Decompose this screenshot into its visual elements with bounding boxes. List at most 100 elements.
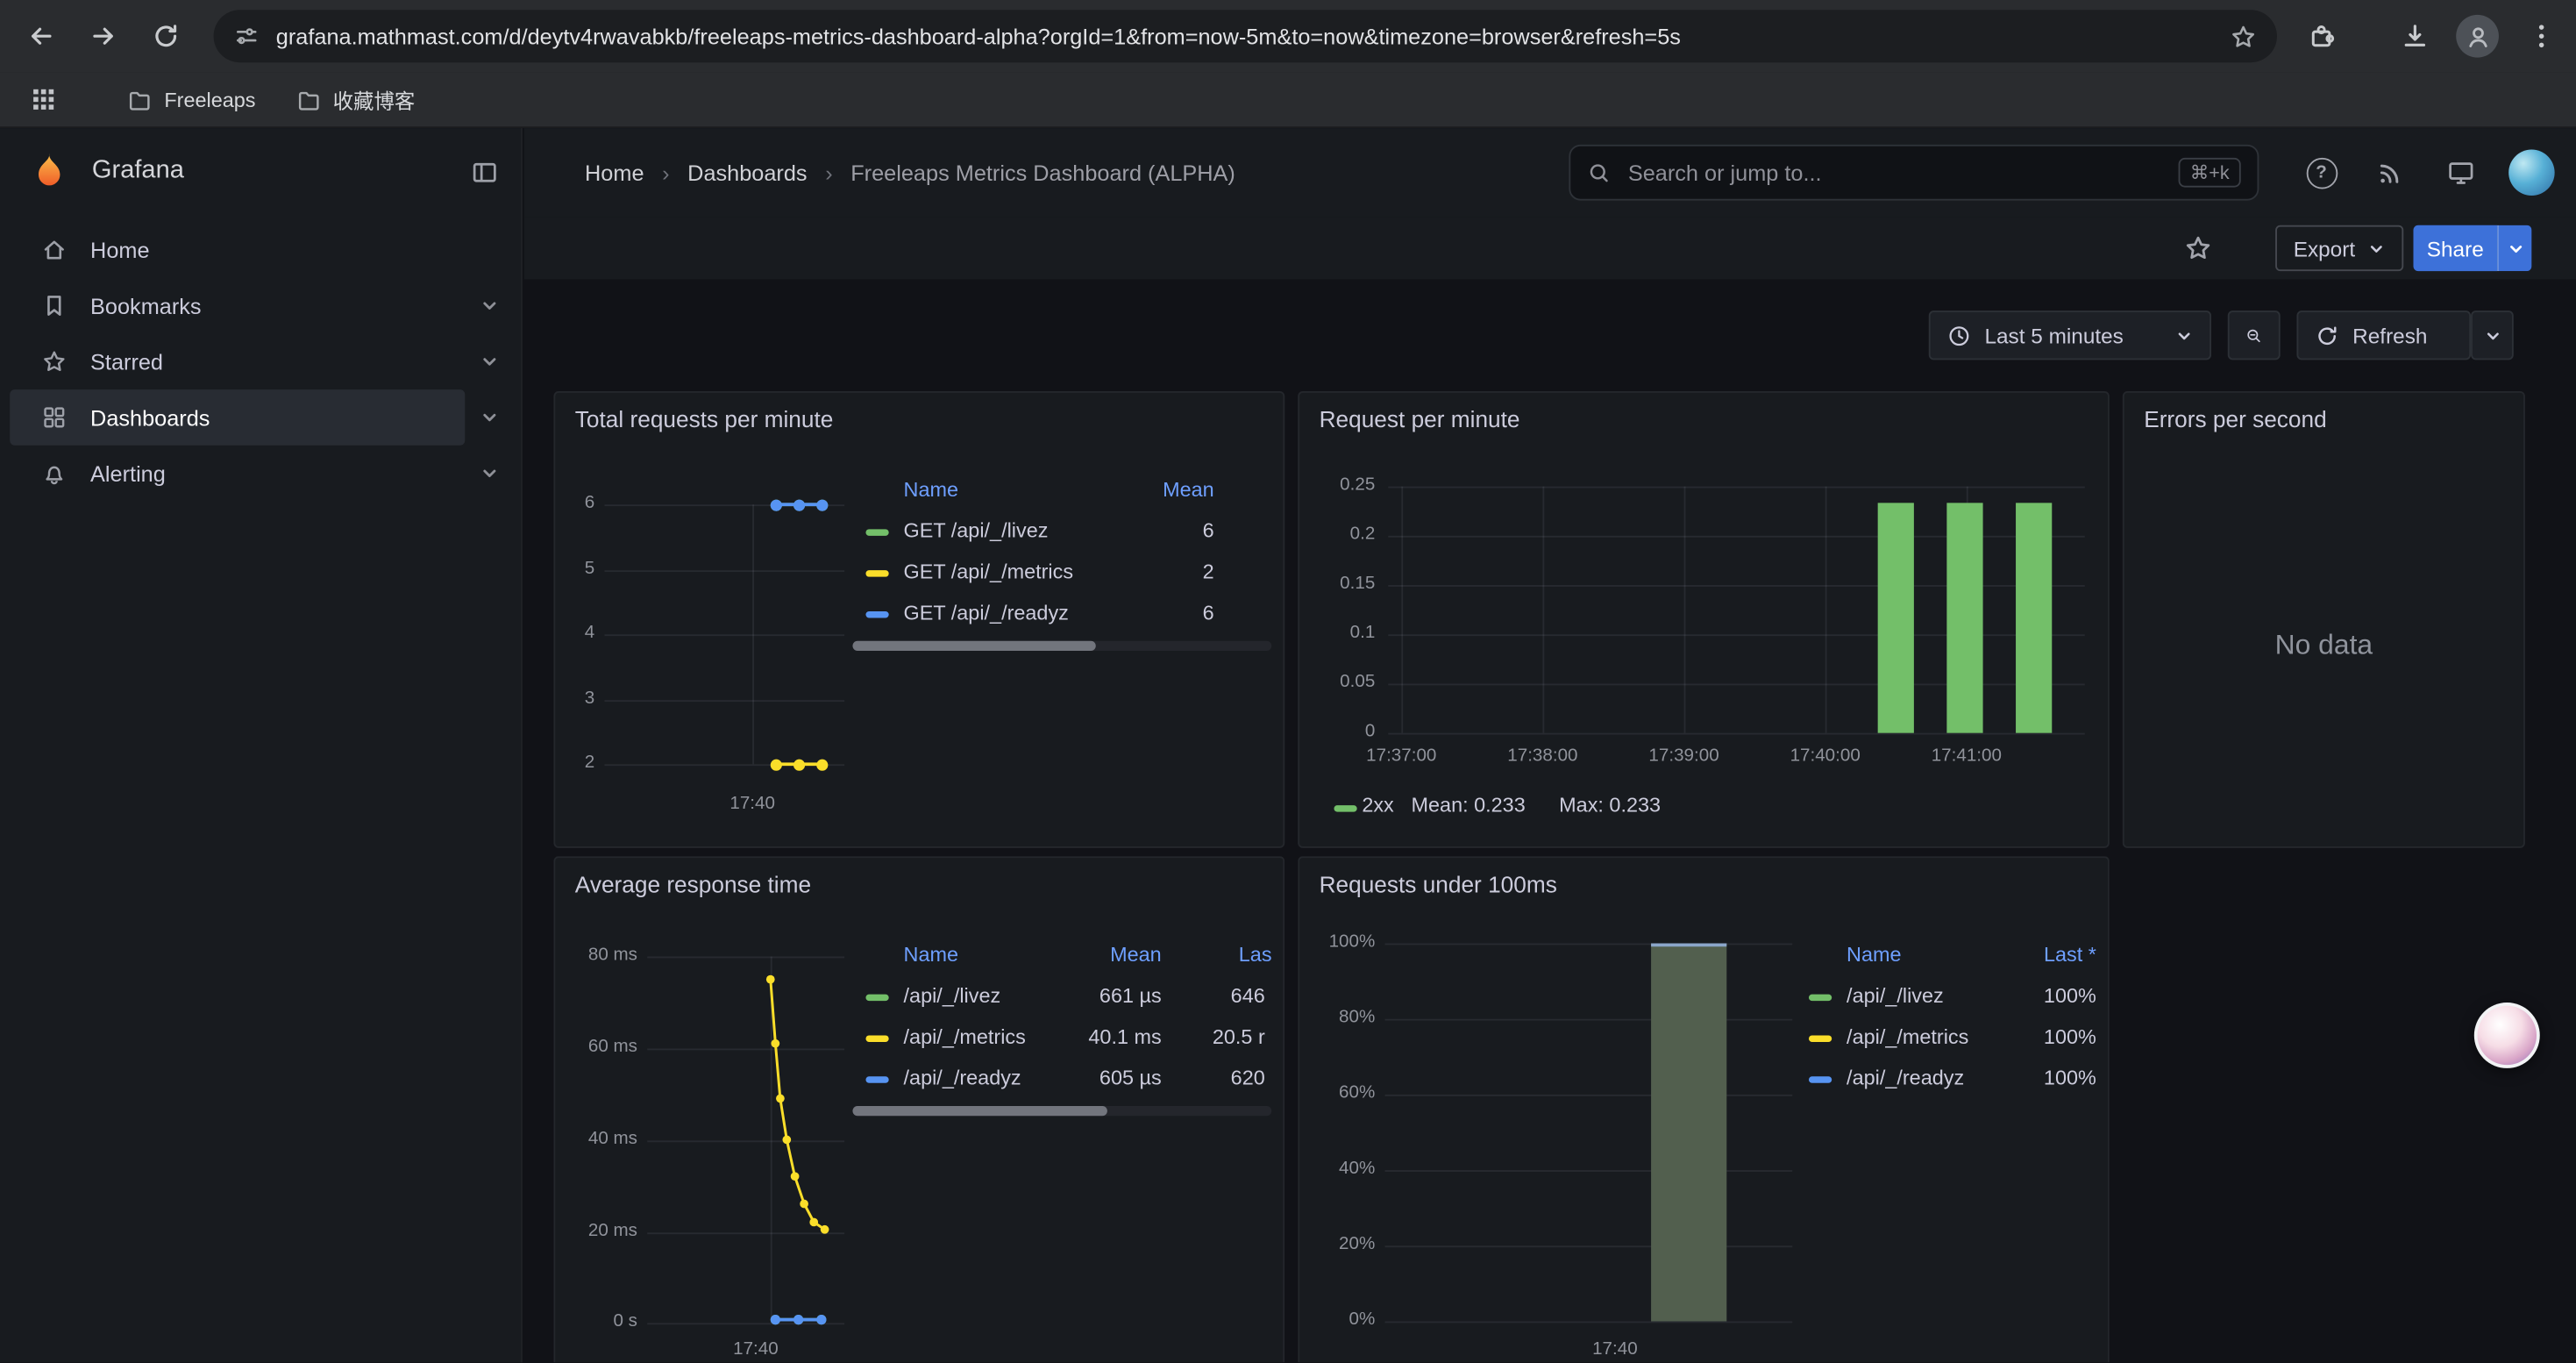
bookmarks-bar: Freeleaps 收藏博客 <box>0 72 2576 128</box>
scrollbar-thumb[interactable] <box>852 641 1095 651</box>
tick-label: 20% <box>1299 1234 1375 1253</box>
gridline <box>1684 487 1686 733</box>
grafana-logo-icon[interactable] <box>26 150 72 196</box>
share-button[interactable]: Share <box>2413 225 2497 271</box>
chevron-down-icon[interactable] <box>480 463 499 482</box>
legend-row[interactable]: /api/_/readyz 605 µs 620 <box>852 1060 1271 1102</box>
gridline <box>1401 487 1403 733</box>
search-box[interactable]: ⌘+k <box>1569 145 2259 201</box>
series-point <box>793 499 804 510</box>
breadcrumb-home[interactable]: Home <box>585 161 644 185</box>
sidebar-item-starred[interactable]: Starred <box>0 333 523 389</box>
legend-row[interactable]: /api/_/livez 100% <box>1809 978 2104 1019</box>
share-menu-button[interactable] <box>2497 225 2531 271</box>
gridline <box>605 699 845 701</box>
gridline <box>1542 487 1544 733</box>
sidebar-item-home[interactable]: Home <box>0 222 523 278</box>
forward-icon[interactable] <box>79 11 128 61</box>
legend-row[interactable]: GET /api/_/metrics 2 <box>852 553 1271 595</box>
legend-header-name[interactable]: Name <box>904 944 958 967</box>
monitor-icon[interactable] <box>2439 151 2482 194</box>
browser-menu-icon[interactable] <box>2517 11 2566 61</box>
refresh-label: Refresh <box>2352 323 2427 347</box>
legend-row[interactable]: /api/_/readyz 100% <box>1809 1060 2104 1102</box>
panel-title[interactable]: Requests under 100ms <box>1320 871 1557 897</box>
chevron-down-icon[interactable] <box>480 408 499 427</box>
legend-header-last[interactable]: Las <box>1239 944 1272 967</box>
search-input[interactable] <box>1625 159 2179 187</box>
chevron-down-icon[interactable] <box>480 296 499 315</box>
bookmark-star-icon[interactable] <box>2230 22 2258 50</box>
time-range-picker[interactable]: Last 5 minutes <box>1929 310 2211 360</box>
legend-header-mean[interactable]: Mean <box>1163 478 1214 501</box>
sidebar-item-dashboards[interactable]: Dashboards <box>0 389 523 446</box>
series-swatch <box>1809 995 1832 1001</box>
scrollbar-thumb[interactable] <box>852 1106 1107 1116</box>
series-name: /api/_/metrics <box>1847 1025 1968 1048</box>
floating-assistant-avatar[interactable] <box>2474 1003 2540 1068</box>
sidebar-collapse-icon[interactable] <box>466 154 502 190</box>
bookmark-freeleaps[interactable]: Freeleaps <box>111 80 270 119</box>
profile-icon[interactable] <box>2452 11 2501 61</box>
panel-title[interactable]: Request per minute <box>1320 406 1520 432</box>
panel-title[interactable]: Average response time <box>575 871 811 897</box>
legend-row[interactable]: /api/_/metrics 40.1 ms 20.5 r <box>852 1019 1271 1060</box>
legend-row[interactable]: /api/_/livez 661 µs 646 <box>852 978 1271 1019</box>
bookmark-blog[interactable]: 收藏博客 <box>281 77 431 122</box>
gridline <box>1825 487 1827 733</box>
chevron-down-icon <box>2506 239 2524 258</box>
breadcrumb-dashboards[interactable]: Dashboards <box>687 161 807 185</box>
bell-icon <box>41 460 68 487</box>
panel-title[interactable]: Total requests per minute <box>575 406 834 432</box>
browser-toolbar: grafana.mathmast.com/d/deytv4rwavabkb/fr… <box>0 0 2576 72</box>
gridline <box>1385 1245 1793 1247</box>
legend-row[interactable]: GET /api/_/livez 6 <box>852 513 1271 554</box>
sidebar-item-alerting[interactable]: Alerting <box>0 446 523 502</box>
zoom-out-icon[interactable] <box>2228 310 2281 360</box>
chevron-down-icon[interactable] <box>480 352 499 371</box>
series-name[interactable]: 2xx <box>1362 794 1393 817</box>
favorite-star-icon[interactable] <box>2180 230 2216 266</box>
gridline <box>647 1323 844 1324</box>
chart-request-per-minute[interactable]: 0.250.20.150.10.05017:37:0017:38:0017:39… <box>1299 393 2108 846</box>
legend-row[interactable]: GET /api/_/readyz 6 <box>852 595 1271 636</box>
refresh-interval-button[interactable] <box>2471 310 2514 360</box>
tick-label: 20 ms <box>555 1221 637 1240</box>
reload-icon[interactable] <box>141 11 190 61</box>
back-icon[interactable] <box>17 11 66 61</box>
refresh-button[interactable]: Refresh <box>2296 310 2471 360</box>
series-name: /api/_/readyz <box>1847 1067 1964 1089</box>
url-bar[interactable]: grafana.mathmast.com/d/deytv4rwavabkb/fr… <box>214 10 2277 62</box>
apps-grid-icon[interactable] <box>19 76 65 122</box>
export-button[interactable]: Export <box>2275 225 2402 271</box>
series-name: /api/_/livez <box>1847 984 1944 1007</box>
extensions-icon[interactable] <box>2296 11 2345 61</box>
tick-label: 40 ms <box>555 1129 637 1148</box>
series-point <box>770 759 781 770</box>
legend-header-mean[interactable]: Mean <box>1110 944 1162 967</box>
sidebar-item-bookmarks[interactable]: Bookmarks <box>0 278 523 334</box>
legend-header-name[interactable]: Name <box>1847 944 1901 967</box>
help-icon[interactable]: ? <box>2300 151 2343 194</box>
user-avatar[interactable] <box>2508 150 2554 196</box>
panel-title[interactable]: Errors per second <box>2144 406 2327 432</box>
legend-row[interactable]: /api/_/metrics 100% <box>1809 1019 2104 1060</box>
series-swatch <box>865 995 888 1001</box>
legend-scrollbar[interactable] <box>852 1106 1271 1116</box>
legend: 2xx Mean: 0.233 Max: 0.233 <box>1326 792 2081 824</box>
site-settings-icon[interactable] <box>233 23 260 49</box>
tick-label: 3 <box>555 688 594 707</box>
url-text: grafana.mathmast.com/d/deytv4rwavabkb/fr… <box>276 24 2213 48</box>
legend-header-name[interactable]: Name <box>904 478 958 501</box>
downloads-icon[interactable] <box>2390 11 2439 61</box>
chart-under-100[interactable]: 100%80%60%40%20%0%17:40 <box>1299 858 2108 1362</box>
gridline <box>647 1140 844 1142</box>
legend-scrollbar[interactable] <box>852 641 1271 651</box>
legend-header-last[interactable]: Last * <box>2044 944 2096 967</box>
bar <box>1651 944 1726 1322</box>
bar <box>1878 503 1914 732</box>
rss-icon[interactable] <box>2369 151 2412 194</box>
panel-request-per-minute: Request per minute 0.250.20.150.10.05017… <box>1298 391 2110 848</box>
tick-label: 17:39:00 <box>1628 746 1740 766</box>
series-name: GET /api/_/readyz <box>904 602 1069 624</box>
